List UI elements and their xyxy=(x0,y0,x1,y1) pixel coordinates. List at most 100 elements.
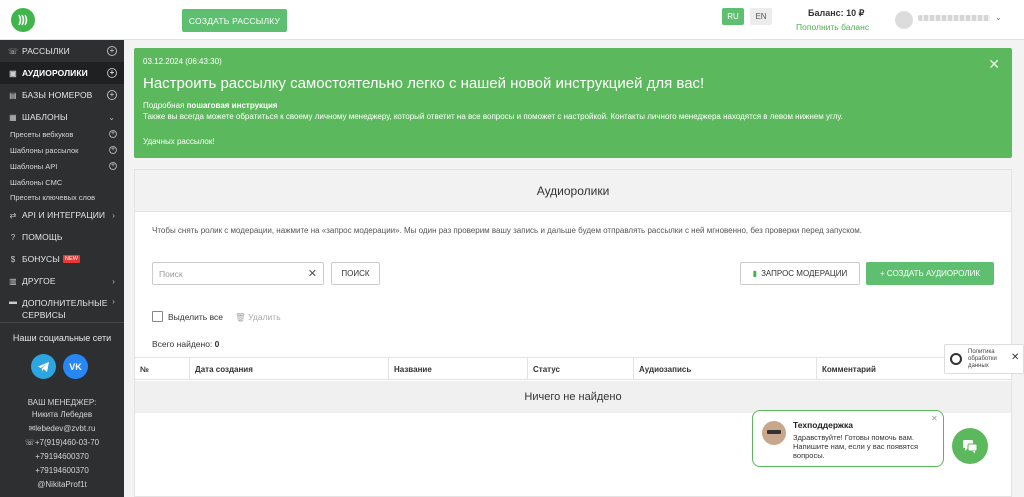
close-icon[interactable]: ✕ xyxy=(988,56,1000,73)
user-name-redacted[interactable] xyxy=(918,15,990,21)
chevron-right-icon: › xyxy=(112,210,115,220)
manager-email[interactable]: ✉lebedev@zvbt.ru xyxy=(0,424,124,433)
manager-phone[interactable]: ☏+7(919)460-03-70 xyxy=(0,438,124,447)
search-input[interactable]: Поиск ✕ xyxy=(152,262,324,285)
document-icon: ▮ xyxy=(752,269,758,278)
gift-icon: $ xyxy=(10,254,16,264)
policy-text: Политика обработки данных xyxy=(968,349,997,369)
clear-icon[interactable]: ✕ xyxy=(308,267,317,280)
sidebar-item-mailings[interactable]: ☏ РАССЫЛКИ + xyxy=(0,40,124,62)
sidebar-item-label: ШАБЛОНЫ xyxy=(22,112,68,122)
sidebar-item-bonuses[interactable]: $ БОНУСЫ NEW xyxy=(0,248,124,270)
column-audio[interactable]: Аудиозапись xyxy=(633,358,816,380)
sidebar-item-help[interactable]: ? ПОМОЩЬ xyxy=(0,226,124,248)
instruction-link[interactable]: пошаговая инструкция xyxy=(187,101,278,110)
balance-label: Баланс: 10 ₽ xyxy=(808,8,865,18)
plus-icon[interactable]: + xyxy=(109,146,117,154)
column-date[interactable]: Дата создания xyxy=(189,358,388,380)
sidebar-subitem-sms-templates[interactable]: Шаблоны СМС xyxy=(10,178,62,187)
chevron-down-icon[interactable]: ⌄ xyxy=(995,13,1002,22)
sidebar-item-label: БАЗЫ НОМЕРОВ xyxy=(22,90,93,100)
sidebar-item-audio[interactable]: ▣ АУДИОРОЛИКИ + xyxy=(0,62,124,84)
manager-whatsapp[interactable]: +79194600370 xyxy=(0,452,124,461)
social-title: Наши социальные сети xyxy=(12,333,112,343)
sidebar: ☏ РАССЫЛКИ + ▣ АУДИОРОЛИКИ + ▤ БАЗЫ НОМЕ… xyxy=(0,40,124,497)
sidebar-item-label: АУДИОРОЛИКИ xyxy=(22,68,88,78)
sidebar-subitem-keyword-presets[interactable]: Пресеты ключевых слов xyxy=(10,193,95,202)
column-status[interactable]: Статус xyxy=(527,358,633,380)
chevron-right-icon: › xyxy=(112,297,115,306)
sidebar-item-label: ДРУГОЕ xyxy=(22,276,56,286)
top-bar: СОЗДАТЬ РАССЫЛКУ RU EN Баланс: 10 ₽ Попо… xyxy=(0,0,1024,40)
alert-greeting: Удачных рассылок! xyxy=(143,137,215,146)
template-icon: ▦ xyxy=(9,112,17,122)
phone-icon: ☏ xyxy=(24,438,35,447)
chevron-down-icon: ⌄ xyxy=(108,112,115,122)
column-number[interactable]: № xyxy=(135,358,189,380)
manager-name: Никита Лебедев xyxy=(31,410,93,419)
support-message: Здравствуйте! Готовы помочь вам. Напишит… xyxy=(793,433,919,460)
sidebar-item-services[interactable]: ▬ ДОПОЛНИТЕЛЬНЫЕ СЕРВИСЫ › xyxy=(0,292,124,320)
logo[interactable] xyxy=(11,8,35,32)
more-icon: ▥ xyxy=(9,276,17,286)
telegram-icon xyxy=(38,361,49,372)
services-icon: ▬ xyxy=(8,297,18,306)
plus-icon[interactable]: + xyxy=(109,162,117,170)
lang-ru-button[interactable]: RU xyxy=(722,8,744,25)
sidebar-item-label: РАССЫЛКИ xyxy=(22,46,70,56)
select-all-checkbox[interactable] xyxy=(152,311,163,322)
support-title: Техподдержка xyxy=(793,420,853,430)
support-popup[interactable]: Техподдержка Здравствуйте! Готовы помочь… xyxy=(752,410,944,467)
close-icon[interactable]: ✕ xyxy=(931,414,938,423)
sidebar-item-databases[interactable]: ▤ БАЗЫ НОМЕРОВ + xyxy=(0,84,124,106)
new-badge: NEW xyxy=(62,255,81,263)
trash-icon: 🗑 xyxy=(235,312,246,322)
sidebar-item-api[interactable]: ⇄ API И ИНТЕГРАЦИИ › xyxy=(0,204,124,226)
lang-en-button[interactable]: EN xyxy=(750,8,772,25)
chat-icon xyxy=(963,439,978,453)
sidebar-subitem-webhook-presets[interactable]: Пресеты вебхуков xyxy=(10,130,73,139)
alert-instruction: Подробная пошаговая инструкция xyxy=(143,101,278,110)
sidebar-item-label: БОНУСЫ xyxy=(22,254,60,264)
plus-icon[interactable]: + xyxy=(109,130,117,138)
manager-title: ВАШ МЕНЕДЖЕР: xyxy=(27,398,97,407)
phone-icon: ☏ xyxy=(8,46,19,56)
create-audio-button[interactable]: + СОЗДАТЬ АУДИОРОЛИК xyxy=(866,262,994,285)
moderation-request-button[interactable]: ▮ ЗАПРОС МОДЕРАЦИИ xyxy=(740,262,860,285)
avatar[interactable] xyxy=(895,11,913,29)
sidebar-item-templates[interactable]: ▦ ШАБЛОНЫ ⌄ xyxy=(0,106,124,128)
support-avatar xyxy=(762,421,786,445)
topup-link[interactable]: Пополнить баланс xyxy=(796,22,869,32)
info-alert: 03.12.2024 (06:43:30) Настроить рассылку… xyxy=(134,48,1012,158)
select-all[interactable]: Выделить все xyxy=(152,311,223,322)
sidebar-item-label: API И ИНТЕГРАЦИИ xyxy=(22,210,106,220)
logo-icon xyxy=(18,14,28,26)
delete-button[interactable]: 🗑 Удалить xyxy=(235,312,281,323)
plus-icon[interactable]: + xyxy=(107,90,117,100)
alert-title: Настроить рассылку самостоятельно легко … xyxy=(143,75,705,92)
sidebar-subitem-api-templates[interactable]: Шаблоны API xyxy=(10,162,57,171)
plus-icon[interactable]: + xyxy=(107,68,117,78)
sidebar-divider xyxy=(0,322,124,323)
moderation-hint: Чтобы снять ролик с модерации, нажмите н… xyxy=(152,226,863,235)
chat-button[interactable] xyxy=(952,428,988,464)
table-header: № Дата создания Название Статус Аудиозап… xyxy=(135,357,1011,380)
chevron-right-icon: › xyxy=(112,276,115,286)
sidebar-subitem-mailing-templates[interactable]: Шаблоны рассылок xyxy=(10,146,78,155)
audio-icon: ▣ xyxy=(9,68,17,78)
column-name[interactable]: Название xyxy=(388,358,527,380)
search-button[interactable]: ПОИСК xyxy=(331,262,380,285)
vk-link[interactable]: VK xyxy=(63,354,88,379)
sidebar-item-other[interactable]: ▥ ДРУГОЕ › xyxy=(0,270,124,292)
api-icon: ⇄ xyxy=(9,210,17,220)
plus-icon[interactable]: + xyxy=(107,46,117,56)
policy-icon xyxy=(950,353,962,365)
create-mailing-button[interactable]: СОЗДАТЬ РАССЫЛКУ xyxy=(182,9,287,32)
sidebar-item-label: ПОМОЩЬ xyxy=(22,232,63,242)
manager-telegram[interactable]: @NikitaProf1t xyxy=(0,480,124,489)
manager-viber[interactable]: +79194600370 xyxy=(0,466,124,475)
help-icon: ? xyxy=(10,232,16,242)
close-icon[interactable]: ✕ xyxy=(1011,352,1019,363)
telegram-link[interactable] xyxy=(31,354,56,379)
page-title: Аудиоролики xyxy=(135,170,1011,212)
